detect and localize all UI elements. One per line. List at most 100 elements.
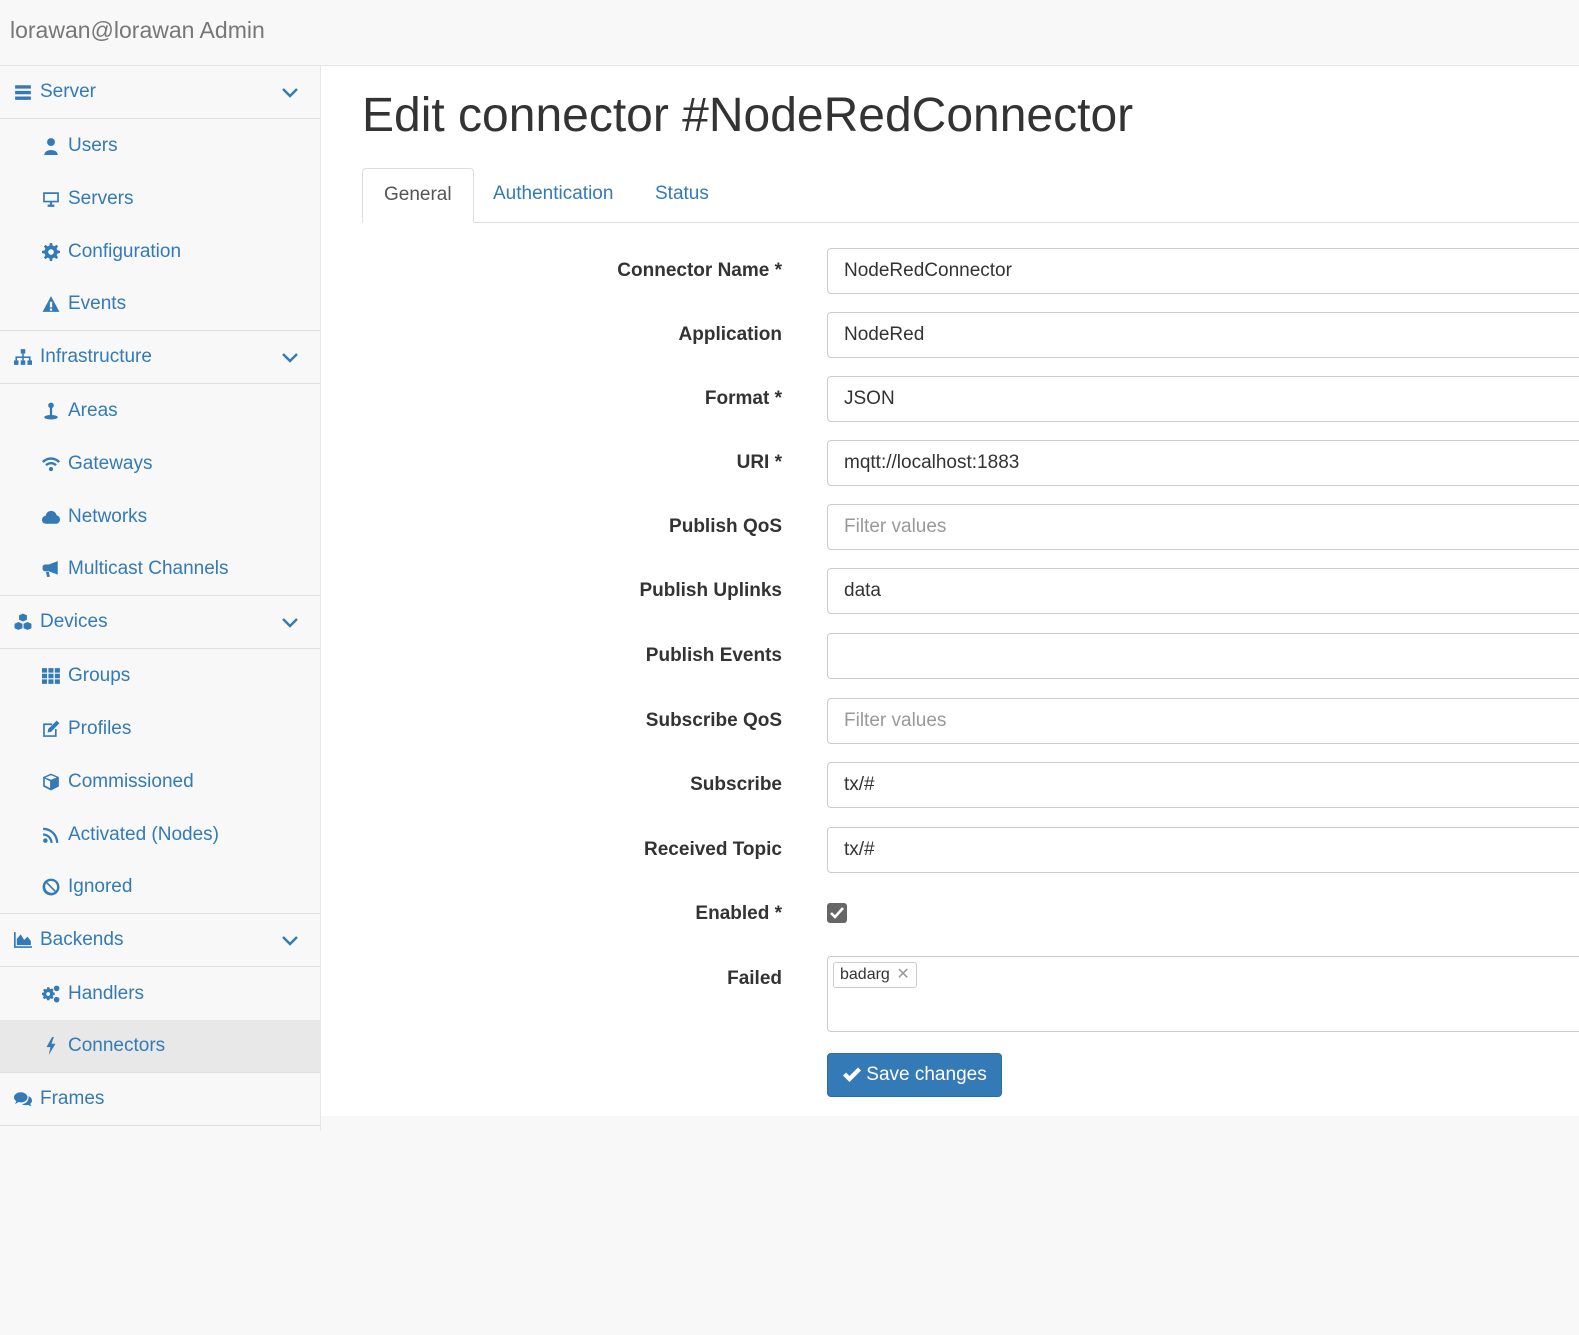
sidebar-item-users[interactable]: Users <box>0 119 320 172</box>
enabled-checkbox[interactable] <box>827 903 847 923</box>
sidebar-item-label: Connectors <box>68 1035 166 1056</box>
sidebar-item-label: Profiles <box>68 717 132 739</box>
form-row-subscribe: Subscribe tx/# <box>321 762 1579 808</box>
sidebar-item-label: Users <box>68 134 118 156</box>
grid-icon <box>40 666 62 686</box>
sidebar-item-multicast-channels[interactable]: Multicast Channels <box>0 543 320 596</box>
checkmark-icon <box>843 1067 862 1082</box>
failed-tag-input[interactable]: badarg ✕ <box>827 956 1579 1032</box>
sidebar-item-connectors[interactable]: Connectors <box>0 1020 320 1073</box>
sidebar-section-devices[interactable]: Devices <box>0 596 320 649</box>
sidebar-section-backends[interactable]: Backends <box>0 914 320 967</box>
received-topic-label: Received Topic <box>644 839 782 860</box>
sidebar-item-networks[interactable]: Networks <box>0 490 320 543</box>
form-row-received-topic: Received Topic tx/# <box>321 827 1579 873</box>
publish-uplinks-label: Publish Uplinks <box>639 580 782 601</box>
sidebar-item-label: Groups <box>68 664 131 686</box>
sidebar-item-groups[interactable]: Groups <box>0 649 320 702</box>
wifi-icon <box>40 454 62 474</box>
enabled-label: Enabled * <box>695 903 782 924</box>
sidebar-section-infrastructure[interactable]: Infrastructure <box>0 331 320 384</box>
format-select[interactable]: JSON <box>827 376 1579 422</box>
check-icon <box>830 907 844 919</box>
subscribe-label: Subscribe <box>690 774 782 795</box>
subscribe-input[interactable]: tx/# <box>827 762 1579 808</box>
sitemap-icon <box>12 347 34 367</box>
sidebar-section-frames[interactable]: Frames <box>0 1073 320 1126</box>
area-chart-icon <box>12 930 34 950</box>
desktop-icon <box>40 189 62 209</box>
sidebar-item-label: Networks <box>68 505 148 527</box>
sidebar-section-server[interactable]: Server <box>0 66 320 119</box>
comments-icon <box>12 1089 34 1109</box>
tab-authentication[interactable]: Authentication <box>472 168 634 222</box>
form-row-publish-uplinks: Publish Uplinks data <box>321 568 1579 614</box>
tab-status[interactable]: Status <box>634 168 730 222</box>
save-button[interactable]: Save changes <box>827 1053 1002 1097</box>
chevron-down-icon[interactable] <box>280 930 300 950</box>
sidebar-item-label: Ignored <box>68 876 133 897</box>
publish-uplinks-input[interactable]: data <box>827 568 1579 614</box>
form-row-subscribe-qos: Subscribe QoS Filter values <box>321 698 1579 744</box>
publish-qos-label: Publish QoS <box>669 516 782 537</box>
sidebar-item-commissioned[interactable]: Commissioned <box>0 755 320 808</box>
form-row-publish-events: Publish Events <box>321 633 1579 679</box>
sidebar-item-ignored[interactable]: Ignored <box>0 861 320 914</box>
form-row-uri: URI * mqtt://localhost:1883 <box>321 440 1579 486</box>
edit-icon <box>40 719 62 739</box>
cube-icon <box>40 772 62 792</box>
sidebar-item-handlers[interactable]: Handlers <box>0 967 320 1020</box>
uri-label: URI * <box>736 452 782 473</box>
form-row-failed: Failed badarg ✕ <box>321 956 1579 1032</box>
ban-icon <box>40 877 62 897</box>
save-button-label: Save changes <box>866 1064 987 1085</box>
subscribe-qos-label: Subscribe QoS <box>645 710 782 731</box>
cubes-icon <box>12 612 34 632</box>
sidebar-item-label: Events <box>68 293 127 314</box>
received-topic-input[interactable]: tx/# <box>827 827 1579 873</box>
sidebar-item-label: Activated (Nodes) <box>68 823 220 845</box>
sidebar-item-gateways[interactable]: Gateways <box>0 437 320 490</box>
warning-icon <box>40 294 62 314</box>
sidebar-item-label: Configuration <box>68 240 182 262</box>
tab-general[interactable]: General <box>362 168 474 223</box>
sidebar-item-events[interactable]: Events <box>0 278 320 331</box>
sidebar-item-configuration[interactable]: Configuration <box>0 225 320 278</box>
publish-events-label: Publish Events <box>645 645 782 666</box>
gears-icon <box>40 984 62 1004</box>
sidebar-section-label: Devices <box>40 611 108 632</box>
form-row-application: Application NodeRed <box>321 312 1579 358</box>
sidebar-section-label: Backends <box>40 929 124 950</box>
main-content: Edit connector #NodeRedConnector General… <box>321 66 1579 1116</box>
application-select[interactable]: NodeRed <box>827 312 1579 358</box>
bullhorn-icon <box>40 559 62 579</box>
server-icon <box>12 82 34 102</box>
chevron-down-icon[interactable] <box>280 347 300 367</box>
remove-tag-icon[interactable]: ✕ <box>896 963 909 987</box>
sidebar: Server Users Servers Configuration Event… <box>0 66 321 1131</box>
bolt-icon <box>40 1036 62 1056</box>
brand-title[interactable]: lorawan@lorawan Admin <box>10 17 265 44</box>
page-title: Edit connector #NodeRedConnector <box>362 89 1134 142</box>
connector-name-input[interactable]: NodeRedConnector <box>827 248 1579 294</box>
sidebar-item-activated-nodes[interactable]: Activated (Nodes) <box>0 808 320 861</box>
sidebar-item-profiles[interactable]: Profiles <box>0 702 320 755</box>
map-pin-icon <box>40 401 62 421</box>
form-row-enabled: Enabled * <box>321 891 1579 937</box>
uri-input[interactable]: mqtt://localhost:1883 <box>827 440 1579 486</box>
subscribe-qos-input[interactable]: Filter values <box>827 698 1579 744</box>
sidebar-section-label: Infrastructure <box>40 346 152 367</box>
sidebar-item-label: Gateways <box>68 452 153 474</box>
sidebar-item-label: Commissioned <box>68 770 194 792</box>
cloud-icon <box>40 507 62 527</box>
sidebar-item-label: Areas <box>68 399 118 421</box>
publish-qos-input[interactable]: Filter values <box>827 504 1579 550</box>
connector-name-label: Connector Name * <box>617 260 782 281</box>
sidebar-item-areas[interactable]: Areas <box>0 384 320 437</box>
sidebar-item-servers[interactable]: Servers <box>0 172 320 225</box>
user-icon <box>40 136 62 156</box>
publish-events-input[interactable] <box>827 633 1579 679</box>
chevron-down-icon[interactable] <box>280 612 300 632</box>
chevron-down-icon[interactable] <box>280 82 300 102</box>
tag-label: badarg <box>840 966 890 983</box>
